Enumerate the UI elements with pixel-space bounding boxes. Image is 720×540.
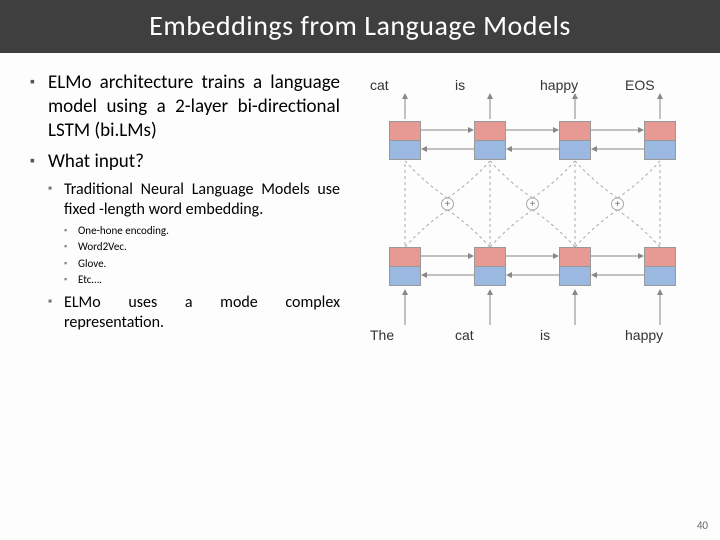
lstm-cell-lower-bw (389, 266, 421, 286)
tiny-etc: Etc…. (64, 273, 340, 287)
slide-title: Embeddings from Language Models (0, 0, 720, 53)
lstm-cell-upper-fw (559, 121, 591, 141)
lstm-cell-upper-bw (389, 140, 421, 160)
lstm-cell-upper-bw (644, 140, 676, 160)
bullet-elmo-arch: ELMo architecture trains a language mode… (30, 71, 340, 142)
subbullet-elmo-complex: ELMo uses a mode complex representation. (48, 293, 340, 333)
bullet-what-input-text: What input? (48, 150, 144, 173)
output-word: cat (370, 77, 440, 93)
lstm-cell-lower-fw (644, 247, 676, 267)
lstm-cell-lower-bw (644, 266, 676, 286)
page-number: 40 (697, 519, 708, 532)
bullet-what-input: What input? Traditional Neural Language … (30, 150, 340, 333)
tiny-onehot: One-hone encoding. (64, 224, 340, 238)
input-word: is (540, 327, 610, 343)
subbullet-traditional: Traditional Neural Language Models use f… (48, 180, 340, 287)
output-word: happy (540, 77, 610, 93)
svg-text:+: + (615, 199, 621, 210)
lstm-cell-lower-bw (474, 266, 506, 286)
lstm-cell-upper-fw (474, 121, 506, 141)
lstm-cell-lower-fw (474, 247, 506, 267)
lstm-cell-upper-fw (389, 121, 421, 141)
lstm-cell-lower-bw (559, 266, 591, 286)
lstm-cell-upper-bw (474, 140, 506, 160)
lstm-cell-upper-bw (559, 140, 591, 160)
lstm-cell-lower-fw (389, 247, 421, 267)
output-word: EOS (625, 77, 695, 93)
subbullet-traditional-text: Traditional Neural Language Models use f… (64, 180, 340, 219)
tiny-word2vec: Word2Vec. (64, 240, 340, 254)
svg-text:+: + (530, 199, 536, 210)
lstm-cell-lower-fw (559, 247, 591, 267)
text-column: ELMo architecture trains a language mode… (30, 71, 350, 387)
input-word: cat (455, 327, 525, 343)
bilm-diagram: +++ catTheiscathappyisEOShappy (350, 77, 690, 387)
lstm-cell-upper-fw (644, 121, 676, 141)
tiny-glove: Glove. (64, 257, 340, 271)
output-word: is (455, 77, 525, 93)
input-word: The (370, 327, 440, 343)
input-word: happy (625, 327, 695, 343)
svg-text:+: + (445, 199, 451, 210)
